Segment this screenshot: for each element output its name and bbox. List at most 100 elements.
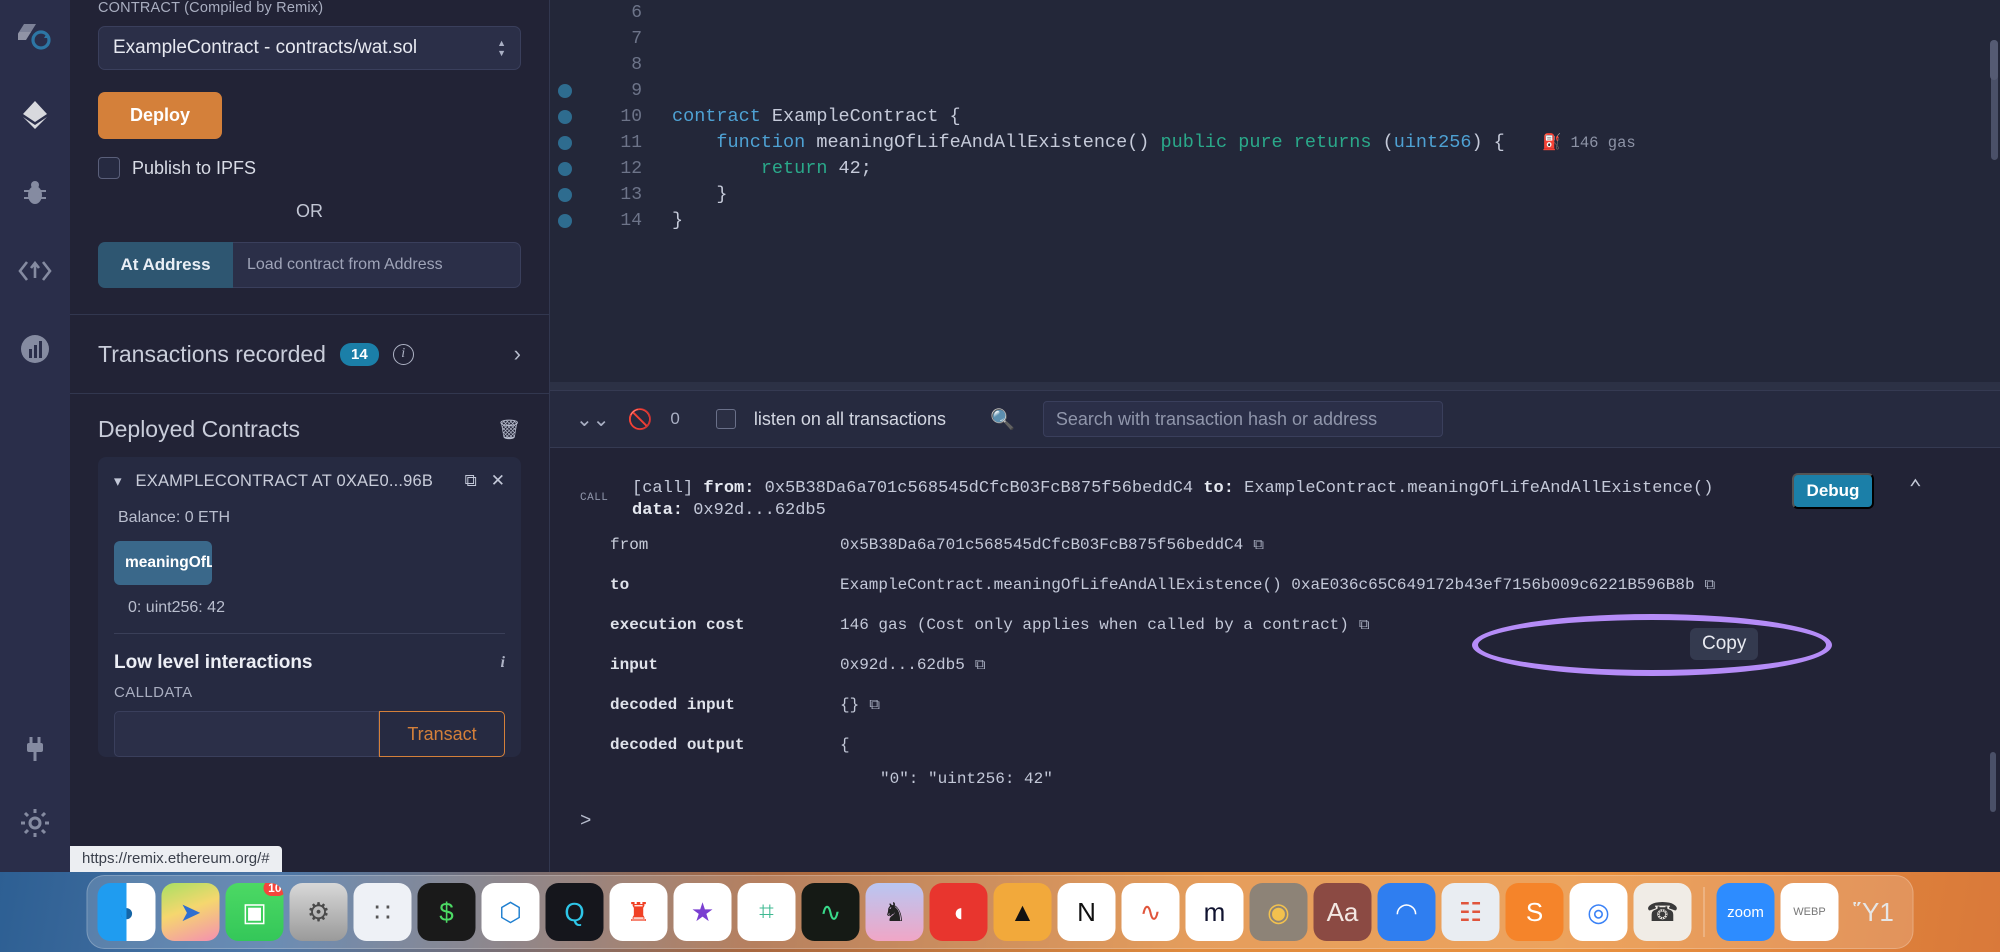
detail-key: decoded output [610,736,745,754]
info-icon[interactable]: i [392,343,414,365]
copy-icon[interactable]: ⧉ [1253,536,1264,554]
transaction-detail-row: input 0x92d...62db5 ⧉ [550,642,2000,682]
clear-console-icon[interactable]: 🚫 [628,407,653,432]
copy-icon[interactable]: ⧉ [1705,576,1716,594]
close-icon[interactable]: ✕ [491,471,505,491]
dock-item-imovie[interactable]: ★ [673,883,732,941]
dock-item-maps[interactable]: ➤ [161,883,220,941]
editor-code-line[interactable]: } [672,182,2000,208]
food-app-icon: ◉ [1267,896,1290,927]
chevron-right-icon[interactable]: › [514,341,521,367]
dock-separator [1703,887,1705,937]
dock-item-chrome[interactable]: ◎ [1569,883,1628,941]
debugger-bug-icon[interactable] [16,174,54,212]
analytics-chart-icon[interactable] [16,330,54,368]
breakpoint-marker-icon[interactable] [558,110,572,124]
dock-item-firefox-dev[interactable]: ◖ [929,883,988,941]
publish-ipfs-row[interactable]: Publish to IPFS [98,157,521,179]
dock-item-metamask-m[interactable]: m [1185,883,1244,941]
dock-item-facetime[interactable]: ▣ 10 [225,883,284,941]
dock-item-nordvpn[interactable]: ◠ [1377,883,1436,941]
copy-icon[interactable]: ⧉ [1359,616,1370,634]
contract-card-header[interactable]: ▾ EXAMPLECONTRACT AT 0XAE0...96B ⧉ ✕ [114,471,505,491]
settings-gear-icon[interactable] [16,804,54,842]
editor-code-line[interactable] [672,78,2000,104]
dock-item-brave[interactable]: ♜ [609,883,668,941]
at-address-button[interactable]: At Address [98,242,233,288]
breakpoint-marker-icon[interactable] [558,214,572,228]
dock-item-launchpad[interactable]: ∷ [353,883,412,941]
editor-code-line[interactable]: return 42; [672,156,2000,182]
dock-item-sublime[interactable]: S [1505,883,1564,941]
terminal-prompt[interactable]: > [550,796,2000,832]
transactions-recorded-row[interactable]: Transactions recorded 14 i › [70,315,549,393]
dock-item-finder[interactable]: ◑ [97,883,156,941]
deploy-run-transactions-icon[interactable] [16,96,54,134]
low-level-info-icon[interactable]: i [501,654,505,672]
listen-all-transactions-checkbox[interactable] [715,409,736,429]
editor-bottom-bar [550,382,2000,390]
screen: CONTRACT (Compiled by Remix) ExampleCont… [0,0,2000,952]
contract-select[interactable]: ExampleContract - contracts/wat.sol ▲ ▼ [98,26,521,70]
editor-line-number: 6 [631,3,642,23]
dock-item-vscode[interactable]: ⬡ [481,883,540,941]
deploy-button[interactable]: Deploy [98,92,222,139]
transact-button[interactable]: Transact [379,711,505,757]
dock-item-hardhat[interactable]: ▲ [993,883,1052,941]
low-level-interactions-title: Low level interactions i [114,634,505,684]
code-editor[interactable]: 6 7 8 9 10 11 12 13 14 contract ExampleContract … [550,0,2000,390]
dock-item-food-app[interactable]: ◉ [1249,883,1308,941]
dock-item-notion[interactable]: N [1057,883,1116,941]
function-call-button[interactable]: meaningOfLifeAndAllExistence [114,541,212,585]
editor-code-line[interactable] [672,52,2000,78]
copy-icon[interactable]: ⧉ [869,696,880,714]
trash-icon: Ὕ1 [1853,896,1894,927]
breakpoint-marker-icon[interactable] [558,162,572,176]
dock-item-news[interactable]: ☷ [1441,883,1500,941]
terminal-search-input[interactable]: Search with transaction hash or address [1042,401,1443,437]
calldata-input[interactable] [114,711,379,757]
editor-line-number: 11 [550,130,660,156]
plugin-manager-icon[interactable] [16,730,54,768]
at-address-input[interactable]: Load contract from Address [233,242,521,288]
chevron-updown-icon: ▲ ▼ [497,37,506,58]
editor-code-area[interactable]: contract ExampleContract { function mean… [660,0,2000,390]
breakpoint-marker-icon[interactable] [558,84,572,98]
breakpoint-marker-icon[interactable] [558,136,572,150]
dock-item-photos-horse[interactable]: ♞ [865,883,924,941]
dock-item-terminal[interactable]: $ [417,883,476,941]
dock-item-activity-monitor[interactable]: ∿ [801,883,860,941]
editor-code-line[interactable]: function meaningOfLifeAndAllExistence() … [672,130,2000,156]
editor-code-line[interactable]: contract ExampleContract { [672,104,2000,130]
code-brackets-icon[interactable] [16,252,54,290]
publish-ipfs-checkbox[interactable] [98,157,120,179]
chevron-up-icon[interactable]: ⌃ [1909,476,1922,502]
collapse-all-icon[interactable]: ⌄⌄ [576,407,610,432]
dock-item-trash[interactable]: Ὕ1 [1845,883,1903,941]
editor-code-line[interactable]: } [672,208,2000,234]
solidity-compiler-icon[interactable] [16,18,54,56]
editor-line-number: 12 [550,156,660,182]
trash-icon[interactable]: 🗑 [497,418,521,442]
chevron-down-icon[interactable]: ▾ [114,472,122,490]
editor-code-line[interactable] [672,0,2000,26]
breakpoint-marker-icon[interactable] [558,188,572,202]
dock-item-excalidraw[interactable]: ∿ [1121,883,1180,941]
debug-button[interactable]: Debug [1792,473,1874,509]
window-scrollbar[interactable] [1990,40,1998,80]
dock-item-webp-file[interactable]: WEBP [1780,883,1839,941]
editor-code-line[interactable] [672,26,2000,52]
dock-item-telescope-app[interactable]: ☎ [1633,883,1692,941]
dock-item-zoom[interactable]: zoom [1716,883,1775,941]
data-label: data: [632,501,684,520]
calldata-row: Transact [114,711,505,757]
copy-address-icon[interactable]: ⧉ [465,471,477,491]
transaction-detail-row: decoded output { [550,722,2000,762]
dock-item-slack[interactable]: ⌗ [737,883,796,941]
terminal-scrollbar[interactable] [1990,752,1996,812]
copy-icon[interactable]: ⧉ [975,656,986,674]
firefox-dev-icon: ◖ [950,896,967,927]
dock-item-quicktime[interactable]: Q [545,883,604,941]
dock-item-system-settings[interactable]: ⚙ [289,883,348,941]
dock-item-dictionary[interactable]: Aa [1313,883,1372,941]
